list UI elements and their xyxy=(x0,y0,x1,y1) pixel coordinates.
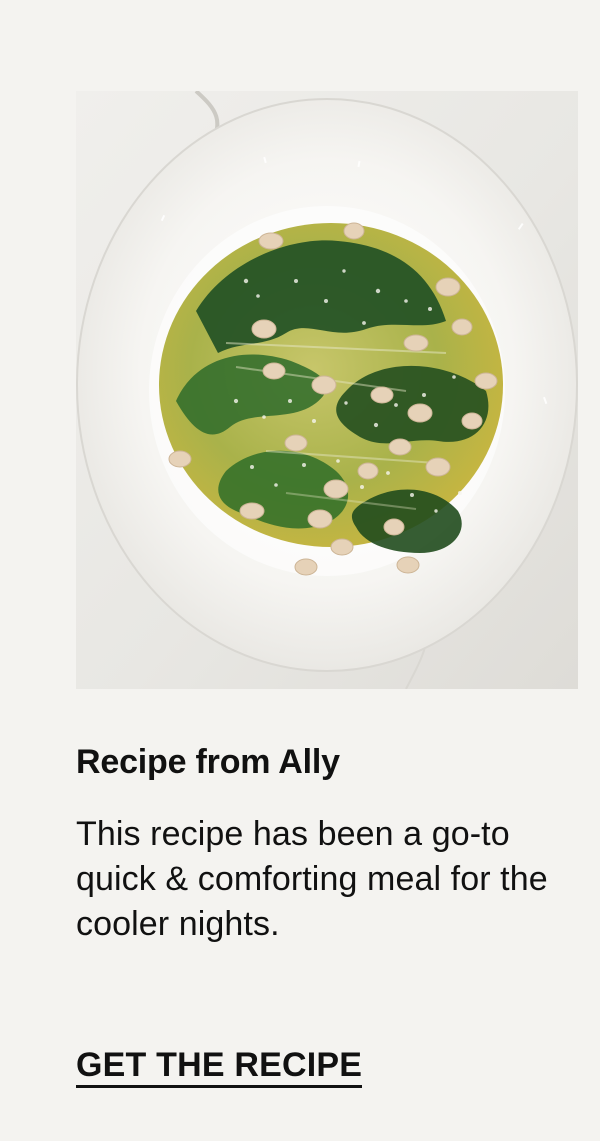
recipe-photo[interactable] xyxy=(76,91,578,689)
recipe-description: This recipe has been a go-to quick & com… xyxy=(76,815,548,943)
recipe-heading: Recipe from Ally xyxy=(76,743,340,781)
get-recipe-link[interactable]: GET THE RECIPE xyxy=(76,1045,363,1088)
recipe-card: Recipe from Ally This recipe has been a … xyxy=(76,91,578,1088)
